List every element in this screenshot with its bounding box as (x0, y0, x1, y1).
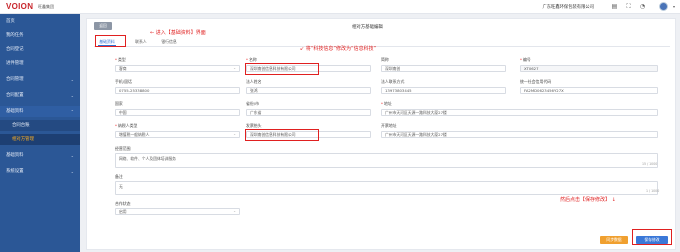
sidebar-item-home[interactable]: 首页 (0, 16, 80, 27)
sidebar-item-label: 首页 (6, 19, 15, 24)
credit-code-input[interactable]: FA2MD0623456Y27X (520, 87, 658, 94)
sidebar-item-master-data[interactable]: 基础资料 ⌃ (0, 106, 80, 117)
sidebar-item-contract-ledger[interactable]: 合同台账 (0, 120, 80, 131)
taxpayer-type-select[interactable]: 增值税一般纳税人 ⌄ (115, 131, 240, 138)
save-changes-button[interactable]: 保存修改 (636, 236, 668, 244)
document-icon[interactable]: ▤ (611, 3, 618, 10)
sidebar-item-label: 系统设置 (6, 169, 24, 174)
brand-subtitle: 旺鑫集团 (38, 3, 54, 9)
arrow-left-icon: ← (150, 30, 155, 36)
invoice-address-label: 开票地址 (381, 123, 397, 128)
business-scope-textarea[interactable]: 网络、软件、个人及团体培训服务 (115, 153, 658, 168)
taxpayer-type-label: *纳税人类型 (115, 123, 138, 128)
chevron-down-icon: ⌄ (233, 132, 236, 136)
partner-status-select[interactable]: 启用 ⌄ (115, 208, 240, 215)
chevron-up-icon: ⌃ (70, 109, 74, 114)
abbr-input[interactable]: 深圳南创 (381, 65, 506, 72)
sidebar-item-basic-data[interactable]: 基础资料 ⌄ (0, 150, 80, 161)
bell-icon[interactable]: ◔ (639, 3, 646, 10)
sidebar-item-label: 相对方管理 (12, 137, 34, 142)
category-label: *类型 (115, 57, 126, 62)
abbr-label: 简称 (381, 57, 389, 62)
company-name: 广东旺鑫环保包装有限公司 (542, 5, 594, 10)
partner-status-label: 合作状态 (115, 201, 131, 206)
legal-person-input[interactable]: 张鸿 (246, 87, 371, 94)
sidebar-item-intake[interactable]: 进件管理 (0, 58, 80, 69)
arrow-down-icon: ↓ (611, 197, 616, 203)
business-scope-label: 经营范围 (115, 146, 131, 151)
address-label: *地址 (381, 101, 392, 106)
code-label: *编号 (520, 57, 531, 62)
page-title: 相对方基础编辑 (352, 25, 383, 30)
sidebar-item-contract-config[interactable]: 合同配置 ⌄ (0, 90, 80, 101)
remark-textarea[interactable]: 无 (115, 181, 658, 195)
sync-data-button[interactable]: 同步数据 (600, 236, 628, 244)
country-input[interactable]: 中国 (115, 109, 240, 116)
invoice-address-input[interactable]: 广州市天河区天源一路科技大厦27楼 (381, 131, 658, 138)
tab-bank-info[interactable]: 银行信息 (158, 37, 180, 46)
avatar[interactable] (659, 2, 668, 11)
remark-count: 1 / 1000 (646, 189, 660, 193)
sidebar-item-system-settings[interactable]: 系统设置 ⌄ (0, 166, 80, 177)
country-label: 国家 (115, 101, 123, 106)
sidebar-item-counterparty[interactable]: 相对方管理 (0, 134, 80, 145)
address-input[interactable]: 广州市天河区天源一路科技大厦27楼 (381, 109, 658, 116)
phone-input[interactable]: 0755-25338800 (115, 87, 240, 94)
sidebar-item-label: 我的任务 (6, 33, 24, 38)
chevron-down-icon: ⌄ (233, 66, 236, 70)
tab-contacts[interactable]: 联系人 (132, 37, 150, 46)
name-input[interactable]: 深圳南创信息科技有限公司 (246, 65, 371, 72)
chevron-down-icon: ⌄ (70, 169, 74, 174)
tab-divider (94, 46, 670, 47)
sidebar-item-label: 合同管理 (6, 77, 24, 82)
category-select[interactable]: 客商 ⌄ (115, 65, 240, 72)
chevron-down-icon: ⌄ (70, 153, 74, 158)
sidebar-item-label: 基础资料 (6, 109, 24, 114)
credit-code-label: 统一社会信用代码 (520, 79, 552, 84)
sidebar-item-label: 基础资料 (6, 153, 24, 158)
business-scope-count: 15 / 1000 (642, 162, 658, 166)
sidebar-item-label: 合同配置 (6, 93, 24, 98)
sidebar-item-my-tasks[interactable]: 我的任务 (0, 30, 80, 41)
annotation-save-hint: 然后点击【保存修改】 ↓ (560, 197, 616, 203)
phone-label: 手机/固话 (115, 79, 132, 84)
app-window: VOION 旺鑫集团 广东旺鑫环保包装有限公司 ▤ ⛶ ◔ ▾ 首页 我的任务 … (0, 0, 680, 252)
province-label: 省份/市 (246, 101, 259, 106)
sidebar-item-label: 合同登记 (6, 47, 24, 52)
sidebar-item-label: 进件管理 (6, 61, 24, 66)
invoice-title-input[interactable]: 深圳南创信息科技有限公司 (246, 131, 371, 138)
chevron-down-icon: ⌄ (70, 77, 74, 82)
chevron-down-icon[interactable]: ▾ (673, 4, 675, 9)
back-button[interactable]: 返回 (94, 22, 112, 30)
chevron-down-icon: ⌄ (233, 209, 236, 213)
annotation-rename: ↙ 将“科技信息”修改为“信息科技” (300, 46, 377, 52)
sidebar-item-contract-management[interactable]: 合同管理 ⌄ (0, 74, 80, 85)
sidebar: 首页 我的任务 合同登记 进件管理 合同管理 ⌄ 合同配置 ⌄ 基础资料 ⌃ 合同台账… (0, 14, 80, 252)
sidebar-item-contract-register[interactable]: 合同登记 (0, 44, 80, 55)
legal-contact-label: 法人联系方式 (381, 79, 405, 84)
code-input: XT0627 (520, 65, 658, 72)
invoice-title-label: 发票抬头 (246, 123, 262, 128)
name-label: *名称 (246, 57, 257, 62)
fullscreen-icon[interactable]: ⛶ (625, 3, 632, 10)
arrow-down-left-icon: ↙ (300, 46, 305, 52)
annotation-enter-tab: ← 进入【基础资料】界面 (150, 30, 206, 36)
chevron-down-icon: ⌄ (70, 93, 74, 98)
remark-label: 备注 (115, 174, 123, 179)
top-bar: VOION 旺鑫集团 广东旺鑫环保包装有限公司 ▤ ⛶ ◔ ▾ (0, 0, 680, 14)
legal-contact-input[interactable]: 13973803445 (381, 87, 506, 94)
brand-logo: VOION (6, 2, 34, 11)
tab-basic-info[interactable]: 基础资料 (98, 37, 116, 46)
province-input[interactable]: 广东省 (246, 109, 371, 116)
sidebar-item-label: 合同台账 (12, 123, 30, 128)
legal-person-label: 法人姓名 (246, 79, 262, 84)
